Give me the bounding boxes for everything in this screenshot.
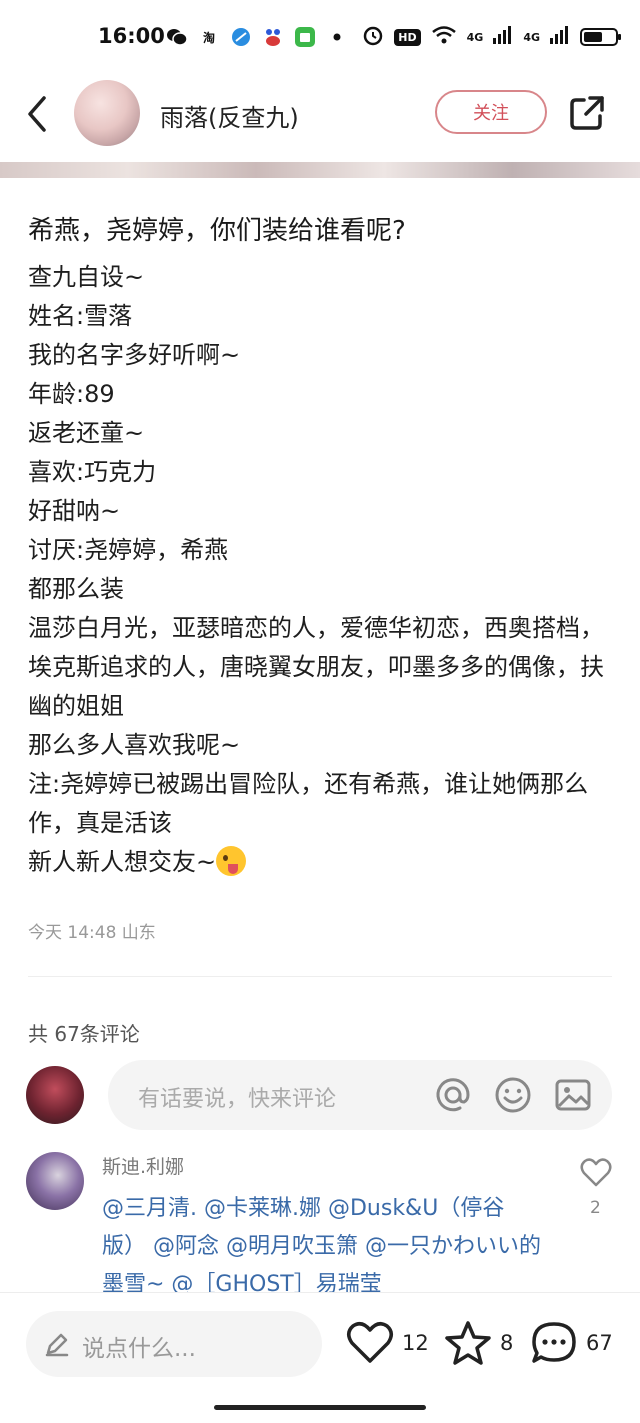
favorite-count: 8 — [500, 1331, 514, 1355]
image-icon[interactable] — [554, 1076, 592, 1114]
heart-icon — [347, 1322, 393, 1363]
star-icon — [445, 1321, 491, 1365]
share-button[interactable] — [568, 94, 606, 132]
post-line: 温莎白月光，亚瑟暗恋的人，爱德华初恋，西奥搭档，埃克斯追求的人，唐晓翼女朋友，叩… — [28, 614, 604, 720]
follow-button[interactable]: 关注 — [435, 90, 547, 134]
commenter-name[interactable]: 斯迪.利娜 — [102, 1152, 184, 1179]
hd-badge: HD — [394, 28, 421, 46]
comment-count: 共 67条评论 — [28, 1022, 140, 1046]
author-avatar[interactable] — [74, 80, 140, 146]
post-body: 查九自设~ 姓名:雪落 我的名字多好听啊~ 年龄:89 返老还童~ 喜欢:巧克力… — [28, 258, 608, 882]
chevron-left-icon — [28, 96, 46, 132]
notification-dot-icon — [326, 26, 348, 48]
post-line: 讨厌:尧婷婷，希燕 — [28, 536, 229, 564]
commenter-avatar[interactable] — [26, 1152, 84, 1210]
tongue-wink-emoji-icon — [216, 846, 247, 876]
say-something-input[interactable]: 说点什么... — [26, 1311, 322, 1377]
network-label-2: 4G — [523, 30, 540, 44]
battery-level — [584, 32, 602, 42]
at-mention-icon[interactable] — [434, 1076, 472, 1114]
post-line-text: 新人新人想交友~ — [28, 848, 217, 876]
comment-bubble-icon — [532, 1322, 576, 1363]
post-line: 查九自设~ — [28, 263, 145, 291]
baidu-icon — [262, 26, 284, 48]
share-icon — [570, 96, 604, 130]
comment-placeholder: 有话要说，快来评论 — [138, 1087, 337, 1112]
post-line: 我的名字多好听啊~ — [28, 341, 241, 369]
back-button[interactable] — [22, 94, 58, 134]
post-line: 年龄:89 — [28, 380, 115, 408]
comments-button[interactable]: 67 — [530, 1319, 613, 1367]
battery-icon — [580, 28, 621, 46]
status-app-icons: 淘 — [166, 26, 348, 48]
bottom-action-bar: 说点什么... 12 8 67 — [0, 1292, 640, 1423]
comments-count: 67 — [586, 1331, 613, 1355]
post-line: 返老还童~ — [28, 419, 145, 447]
post-header: 雨落(反查九) 关注 — [0, 80, 640, 150]
alarm-icon — [362, 24, 384, 50]
post-line: 好甜呐~ — [28, 497, 121, 525]
like-count: 12 — [402, 1331, 429, 1355]
store-icon — [294, 26, 316, 48]
signal-icon-2 — [550, 26, 570, 48]
comment-text[interactable]: @三月清. @卡莱琳.娜 @Dusk&U（停谷版） @阿念 @明月吹玉箫 @一只… — [102, 1190, 542, 1304]
post-meta: 今天 14:48 山东 — [28, 923, 156, 943]
wechat-icon — [166, 26, 188, 48]
post-line-last: 新人新人想交友~ — [28, 843, 608, 882]
comment-input[interactable]: 有话要说，快来评论 — [108, 1060, 612, 1130]
wifi-icon — [431, 25, 457, 49]
divider — [28, 976, 612, 977]
post-title: 希燕，尧婷婷，你们装给谁看呢? — [28, 216, 406, 246]
my-avatar — [26, 1066, 84, 1124]
post-line: 那么多人喜欢我呢~ — [28, 731, 241, 759]
say-placeholder: 说点什么... — [82, 1336, 196, 1362]
taobao-icon: 淘 — [202, 30, 215, 45]
like-button[interactable]: 12 — [346, 1319, 429, 1367]
author-name[interactable]: 雨落(反查九) — [160, 98, 299, 133]
status-bar: 16:00 淘 HD 4G 4G — [0, 0, 640, 80]
signal-icon-1 — [493, 26, 513, 48]
network-label-1: 4G — [466, 30, 484, 44]
post-line: 姓名:雪落 — [28, 302, 133, 330]
post-image-edge — [0, 162, 640, 178]
pencil-icon — [44, 1331, 70, 1361]
status-time: 16:00 — [98, 24, 165, 48]
favorite-button[interactable]: 8 — [444, 1319, 513, 1367]
post-line: 都那么装 — [28, 575, 124, 603]
post-line: 注:尧婷婷已被踢出冒险队，还有希燕，谁让她俩那么作，真是活该 — [28, 770, 589, 837]
home-indicator[interactable] — [214, 1405, 426, 1410]
status-indicators: HD 4G 4G — [362, 24, 621, 50]
emoji-icon[interactable] — [494, 1076, 532, 1114]
post-line: 喜欢:巧克力 — [28, 458, 157, 486]
comment-like-count: 2 — [590, 1198, 601, 1218]
heart-icon — [580, 1158, 612, 1187]
comment-like-button[interactable] — [580, 1158, 612, 1188]
browser-icon — [230, 26, 252, 48]
